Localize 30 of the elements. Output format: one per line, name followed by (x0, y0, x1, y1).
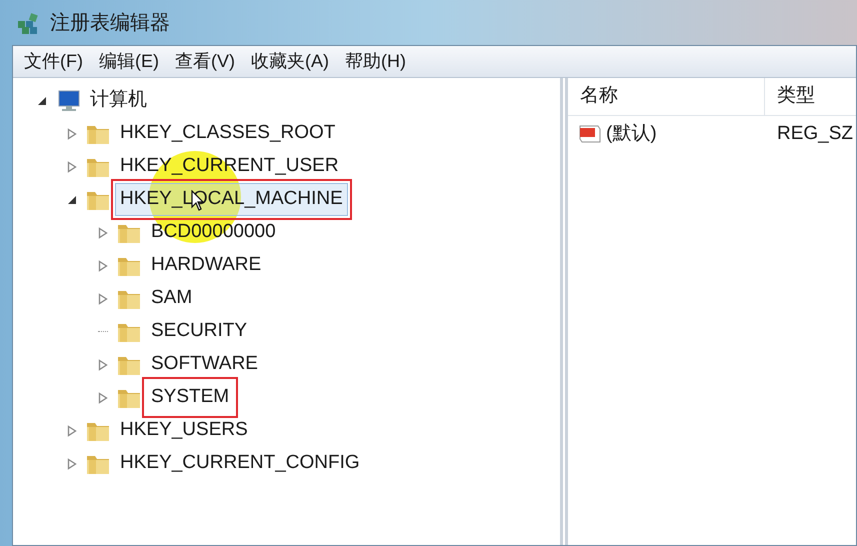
string-value-icon (578, 123, 602, 145)
tree-item[interactable]: HKEY_USERS (115, 414, 253, 447)
tree-item[interactable]: HKEY_CLASSES_ROOT (115, 117, 340, 150)
collapsed-arrow-icon[interactable] (98, 292, 108, 304)
tree-item[interactable]: 计算机 (85, 84, 152, 117)
expanded-arrow-icon[interactable] (67, 194, 77, 204)
menu-item[interactable]: 查看(V) (170, 48, 240, 75)
tree-item[interactable]: HKEY_CURRENT_CONFIG (115, 447, 365, 480)
window-title: 注册表编辑器 (50, 10, 170, 36)
tree-item[interactable]: SOFTWARE (146, 348, 263, 381)
value-name[interactable]: (默认) (606, 120, 657, 148)
menu-item[interactable]: 编辑(E) (94, 48, 164, 75)
column-header[interactable]: 名称 (568, 78, 765, 115)
collapsed-arrow-icon[interactable] (98, 260, 108, 272)
menu-item[interactable]: 文件(F) (19, 48, 88, 75)
collapsed-arrow-icon[interactable] (98, 358, 108, 370)
collapsed-arrow-icon[interactable] (67, 424, 77, 436)
menu-item[interactable]: 收藏夹(A) (246, 48, 334, 75)
tree-item[interactable]: HARDWARE (146, 249, 266, 282)
menu-item[interactable]: 帮助(H) (340, 48, 411, 75)
collapsed-arrow-icon[interactable] (67, 160, 77, 172)
collapsed-arrow-icon[interactable] (67, 128, 77, 140)
collapsed-arrow-icon[interactable] (98, 226, 108, 238)
expanded-arrow-icon[interactable] (37, 96, 47, 106)
collapsed-arrow-icon[interactable] (98, 392, 108, 404)
collapsed-arrow-icon[interactable] (67, 458, 77, 470)
tree-item[interactable]: SAM (146, 282, 198, 315)
column-header[interactable]: 类型 (765, 78, 856, 115)
value-type: REG_SZ (776, 122, 854, 146)
tree-item[interactable]: SECURITY (146, 315, 252, 348)
